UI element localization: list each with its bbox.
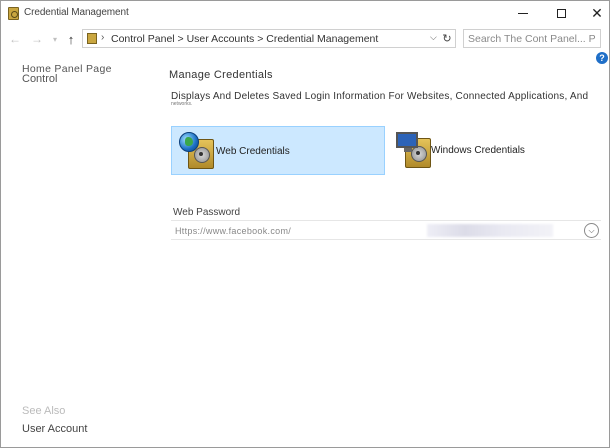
search-input[interactable]: Search The Cont Panel... P [463,29,601,48]
credential-row[interactable]: Https://www.facebook.com/ ⌵ [171,220,601,240]
title-bar: Credential Management ✕ [1,1,609,27]
arrow-left-icon: ← [9,32,21,46]
web-password-heading: Web Password [173,207,241,218]
chevron-down-icon: ▾ [52,34,57,44]
windows-credentials-tile[interactable]: Windows Credentials [391,126,591,175]
web-credentials-tile[interactable]: Web Credentials [171,126,385,175]
credential-vault-icon [8,7,19,20]
arrow-right-icon: → [31,32,43,46]
windows-credentials-label: Windows Credentials [431,145,525,156]
expand-credential-button[interactable]: ⌵ [584,223,599,238]
maximize-button[interactable] [541,1,581,25]
control-panel-home-link-cont[interactable]: Control [22,73,57,85]
window-title: Credential Management [24,7,129,18]
close-button[interactable]: ✕ [577,1,610,25]
chevron-right-icon: › [101,32,105,43]
search-placeholder: Search The Cont Panel... P [468,33,596,45]
recent-locations-button[interactable]: ▾ [50,30,60,48]
page-title: Manage Credentials [169,69,273,81]
help-icon[interactable]: ? [596,52,608,64]
address-bar[interactable]: › Control Panel > User Accounts > Creden… [82,29,456,48]
minimize-button[interactable] [503,1,543,25]
credential-manager-window: Credential Management ✕ ← → ▾ ↑ › Contro… [0,0,610,448]
web-credentials-label: Web Credentials [216,146,290,157]
left-navigation-pane: Home Panel Page Control See Also User Ac… [1,51,161,447]
up-button[interactable]: ↑ [63,30,79,48]
credential-url: Https://www.facebook.com/ [175,226,292,236]
redacted-username [427,224,553,237]
forward-button[interactable]: → [29,30,45,48]
monitor-icon [396,132,418,152]
see-also-heading: See Also [22,405,66,417]
close-icon: ✕ [591,5,603,21]
chevron-down-icon: ⌵ [588,225,595,235]
page-description-continued: networks. [171,101,193,107]
minimize-icon [518,12,528,14]
refresh-icon: ↻ [442,32,452,45]
maximize-icon [556,8,566,18]
page-description: Displays And Deletes Saved Login Informa… [171,91,589,102]
refresh-button[interactable]: ↻ [439,30,455,46]
back-button[interactable]: ← [7,30,23,48]
breadcrumb[interactable]: Control Panel > User Accounts > Credenti… [111,33,378,45]
arrow-up-icon: ↑ [67,31,75,47]
globe-icon [179,132,199,152]
control-panel-icon [87,33,97,44]
address-dropdown-icon[interactable]: ⌵ [430,32,437,43]
user-account-link[interactable]: User Account [22,423,87,435]
